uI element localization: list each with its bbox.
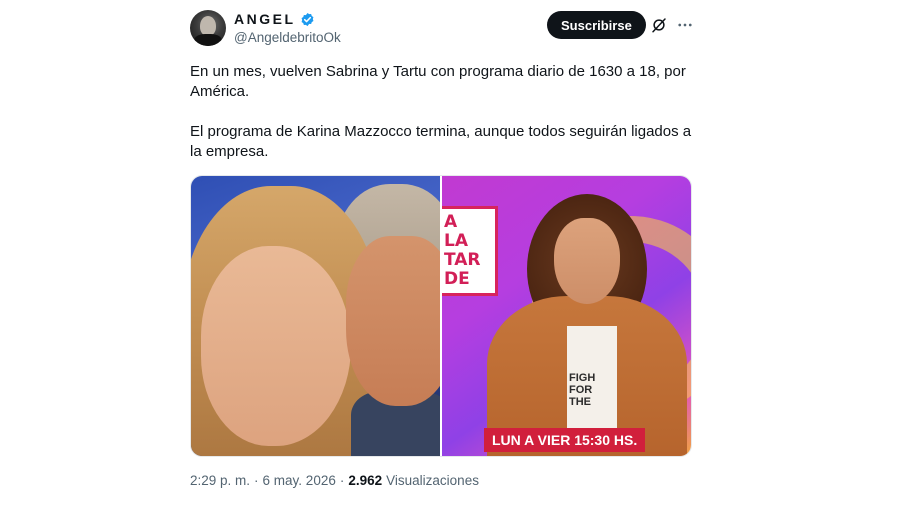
slash-circle-icon[interactable] <box>650 16 668 34</box>
meta-separator: · <box>254 473 259 488</box>
man-face <box>346 236 440 406</box>
tweet-text: En un mes, vuelven Sabrina y Tartu con p… <box>190 62 695 182</box>
media-photo-left[interactable] <box>191 176 440 456</box>
media-photo-right[interactable]: A LA TAR DE FIGH FOR THE LUN A VIER 15:3… <box>442 176 691 456</box>
tweet-date[interactable]: 6 may. 2026 <box>263 473 336 488</box>
avatar-face <box>200 16 216 36</box>
tweet-media[interactable]: A LA TAR DE FIGH FOR THE LUN A VIER 15:3… <box>190 175 692 457</box>
views-label[interactable]: Visualizaciones <box>386 473 479 488</box>
tweet-time[interactable]: 2:29 p. m. <box>190 473 250 488</box>
tweet-meta: 2:29 p. m. · 6 may. 2026 · 2.962 Visuali… <box>190 473 479 488</box>
host-face <box>554 218 620 304</box>
show-logo-line: LA <box>444 231 468 251</box>
schedule-banner: LUN A VIER 15:30 HS. <box>484 428 646 452</box>
verified-badge-icon <box>301 12 313 26</box>
show-logo-line: DE <box>444 269 470 289</box>
avatar[interactable] <box>190 10 226 46</box>
author-handle[interactable]: @AngeldebritoOk <box>234 30 341 45</box>
author-display-name[interactable]: ANGEL <box>234 11 296 27</box>
author-name-row[interactable]: ANGEL <box>234 11 315 27</box>
views-count[interactable]: 2.962 <box>348 473 382 488</box>
tweet-card: ANGEL @AngeldebritoOk Suscribirse En un … <box>190 0 700 505</box>
tweet-paragraph-2: El programa de Karina Mazzocco termina, … <box>190 123 692 160</box>
show-logo-line: A <box>444 212 458 232</box>
shirt-print: FIGH FOR THE <box>569 372 595 408</box>
subscribe-button[interactable]: Suscribirse <box>547 11 646 39</box>
shirt-print-line: THE <box>569 396 591 408</box>
show-logo: A LA TAR DE <box>442 206 498 296</box>
tweet-paragraph-1: En un mes, vuelven Sabrina y Tartu con p… <box>190 63 686 100</box>
shirt-print-line: FOR <box>569 384 593 396</box>
more-dots-icon[interactable] <box>676 16 694 34</box>
shirt-print-line: FIGH <box>569 372 596 384</box>
avatar-body <box>194 34 222 46</box>
show-logo-line: TAR <box>444 250 481 270</box>
meta-separator: · <box>339 473 345 488</box>
woman-face <box>201 246 351 446</box>
